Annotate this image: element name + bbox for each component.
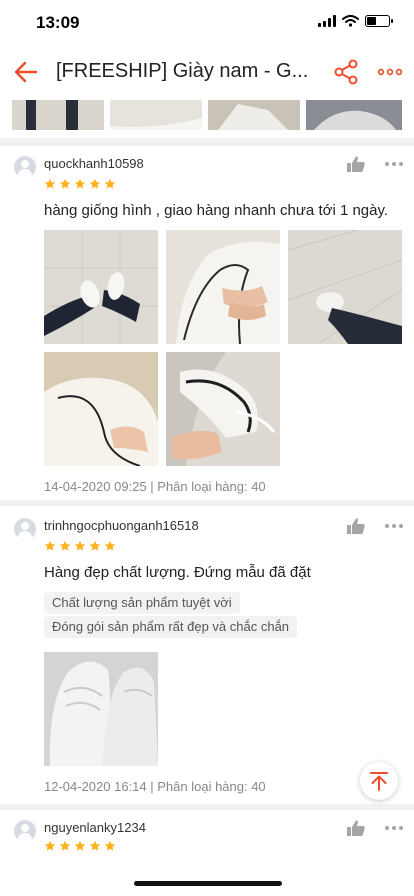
thumbs-up-icon[interactable] <box>346 819 366 837</box>
star-icon <box>104 840 116 851</box>
review-photo[interactable] <box>166 352 280 466</box>
avatar[interactable] <box>14 518 36 540</box>
review-meta: 12-04-2020 16:14 | Phân loại hàng: 40 <box>44 779 266 794</box>
rating-stars <box>44 840 116 852</box>
review-username[interactable]: trinhngocphuonganh16518 <box>44 518 199 533</box>
thumbs-up-icon[interactable] <box>346 155 366 173</box>
star-icon <box>104 540 116 551</box>
status-bar: 13:09 <box>0 0 414 44</box>
home-indicator <box>134 881 282 886</box>
dots-icon[interactable] <box>384 517 404 535</box>
app-header: [FREESHIP] Giày nam - G... <box>0 44 414 100</box>
review-comment: hàng giống hình , giao hàng nhanh chưa t… <box>44 202 389 219</box>
review-username[interactable]: nguyenlanky1234 <box>44 820 146 835</box>
star-icon <box>89 178 101 189</box>
review-photo[interactable] <box>288 230 402 344</box>
star-icon <box>104 178 116 189</box>
review-photo[interactable] <box>44 230 158 344</box>
star-icon <box>44 178 56 189</box>
divider <box>0 138 414 146</box>
star-icon <box>59 178 71 189</box>
rating-stars <box>44 540 116 552</box>
review-photo[interactable] <box>44 352 158 466</box>
star-icon <box>89 540 101 551</box>
review-item: quockhanh10598 hàng giống hình , giao hà… <box>0 146 414 498</box>
review-tag: Đóng gói sản phẩm rất đẹp và chắc chắn <box>44 616 298 638</box>
star-icon <box>59 540 71 551</box>
status-time: 13:09 <box>36 13 80 32</box>
battery-icon <box>365 15 393 27</box>
status-icons <box>318 15 393 27</box>
review-photo[interactable] <box>306 100 402 130</box>
share-icon[interactable] <box>332 58 360 86</box>
review-username[interactable]: quockhanh10598 <box>44 156 144 171</box>
back-arrow-icon[interactable] <box>10 56 42 88</box>
rating-stars <box>44 178 116 190</box>
avatar[interactable] <box>14 820 36 842</box>
dots-icon[interactable] <box>384 155 404 173</box>
scroll-to-top-icon <box>370 772 388 791</box>
star-icon <box>59 840 71 851</box>
star-icon <box>44 840 56 851</box>
review-photo[interactable] <box>166 230 280 344</box>
page-title: [FREESHIP] Giày nam - G... <box>56 60 309 82</box>
star-icon <box>74 540 86 551</box>
review-item: trinhngocphuonganh16518 Hàng đẹp chất lư… <box>0 506 414 798</box>
review-photo[interactable] <box>110 100 202 130</box>
avatar[interactable] <box>14 156 36 178</box>
more-icon[interactable] <box>376 58 404 86</box>
review-photo[interactable] <box>208 100 300 130</box>
star-icon <box>74 840 86 851</box>
review-comment: Hàng đẹp chất lượng. Đứng mẫu đã đặt <box>44 564 311 581</box>
previous-review-photos <box>0 100 414 132</box>
review-photo[interactable] <box>44 652 158 766</box>
review-tag: Chất lượng sản phẩm tuyệt vời <box>44 592 240 614</box>
review-meta: 14-04-2020 09:25 | Phân loại hàng: 40 <box>44 479 266 494</box>
star-icon <box>44 540 56 551</box>
scroll-to-top-button[interactable] <box>360 762 398 800</box>
star-icon <box>89 840 101 851</box>
wifi-icon <box>342 15 359 27</box>
thumbs-up-icon[interactable] <box>346 517 366 535</box>
star-icon <box>74 178 86 189</box>
review-photo[interactable] <box>12 100 104 130</box>
dots-icon[interactable] <box>384 819 404 837</box>
signal-icon <box>318 15 336 27</box>
